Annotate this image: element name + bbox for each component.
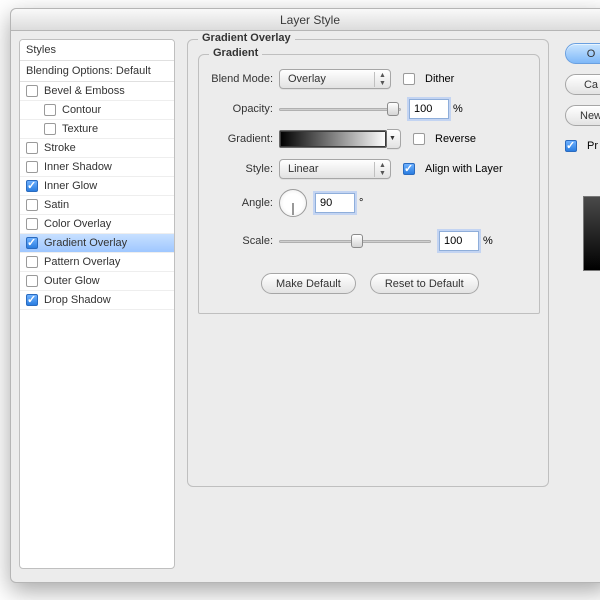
sidebar-item-checkbox[interactable] — [26, 218, 38, 230]
sidebar-item-texture[interactable]: Texture — [20, 120, 174, 139]
scale-label: Scale: — [203, 235, 279, 247]
angle-dial[interactable] — [279, 189, 307, 217]
sidebar-item-contour[interactable]: Contour — [20, 101, 174, 120]
sidebar-item-drop-shadow[interactable]: Drop Shadow — [20, 291, 174, 310]
sidebar-item-checkbox[interactable] — [26, 161, 38, 173]
sidebar-item-pattern-overlay[interactable]: Pattern Overlay — [20, 253, 174, 272]
reset-to-default-button[interactable]: Reset to Default — [370, 273, 479, 294]
sidebar-item-label: Pattern Overlay — [44, 256, 120, 268]
sidebar-header-styles[interactable]: Styles — [20, 40, 174, 61]
degree-label: ° — [359, 197, 363, 209]
gradient-swatch[interactable] — [279, 130, 387, 148]
group-title: Gradient Overlay — [198, 32, 295, 44]
sidebar-item-outer-glow[interactable]: Outer Glow — [20, 272, 174, 291]
make-default-button[interactable]: Make Default — [261, 273, 356, 294]
sidebar-item-label: Outer Glow — [44, 275, 100, 287]
chevron-updown-icon: ▲▼ — [374, 72, 386, 87]
cancel-button[interactable]: Ca — [565, 74, 600, 95]
opacity-input[interactable] — [409, 99, 449, 119]
chevron-updown-icon: ▲▼ — [374, 162, 386, 177]
window-content: Styles Blending Options: Default Bevel &… — [11, 31, 600, 582]
sidebar-item-checkbox[interactable] — [26, 180, 38, 192]
preview-checkbox[interactable]: Pr — [565, 140, 600, 152]
sidebar-item-satin[interactable]: Satin — [20, 196, 174, 215]
sidebar-item-gradient-overlay[interactable]: Gradient Overlay — [20, 234, 174, 253]
sidebar-item-bevel-emboss[interactable]: Bevel & Emboss — [20, 82, 174, 101]
sidebar-item-inner-shadow[interactable]: Inner Shadow — [20, 158, 174, 177]
align-with-layer-checkbox[interactable]: Align with Layer — [403, 163, 503, 175]
sidebar-item-checkbox[interactable] — [26, 85, 38, 97]
sidebar-item-color-overlay[interactable]: Color Overlay — [20, 215, 174, 234]
blend-mode-dropdown[interactable]: Overlay ▲▼ — [279, 69, 391, 89]
scale-slider[interactable] — [279, 234, 431, 248]
chevron-down-icon: ▼ — [389, 136, 396, 142]
opacity-slider[interactable] — [279, 102, 401, 116]
sidebar-item-label: Color Overlay — [44, 218, 111, 230]
sidebar-item-label: Drop Shadow — [44, 294, 111, 306]
gradient-overlay-group: Gradient Overlay Gradient Blend Mode: Ov… — [187, 39, 549, 487]
sidebar-item-label: Bevel & Emboss — [44, 85, 125, 97]
sidebar-item-checkbox[interactable] — [44, 123, 56, 135]
sidebar-item-checkbox[interactable] — [26, 275, 38, 287]
inner-group-title: Gradient — [209, 47, 262, 59]
style-value: Linear — [288, 163, 319, 175]
sidebar-item-checkbox[interactable] — [26, 256, 38, 268]
sidebar-item-checkbox[interactable] — [44, 104, 56, 116]
gradient-label: Gradient: — [203, 133, 279, 145]
sidebar-item-label: Inner Glow — [44, 180, 97, 192]
sidebar-item-inner-glow[interactable]: Inner Glow — [20, 177, 174, 196]
sidebar-header-blending[interactable]: Blending Options: Default — [20, 61, 174, 82]
window-title: Layer Style — [11, 9, 600, 31]
sidebar-item-label: Contour — [62, 104, 101, 116]
angle-input[interactable] — [315, 193, 355, 213]
preview-swatch — [583, 196, 600, 271]
percent-label: % — [483, 235, 493, 247]
sidebar-item-label: Satin — [44, 199, 69, 211]
sidebar-item-label: Texture — [62, 123, 98, 135]
sidebar-item-checkbox[interactable] — [26, 199, 38, 211]
sidebar-item-label: Stroke — [44, 142, 76, 154]
ok-button[interactable]: O — [565, 43, 600, 64]
sidebar-item-label: Inner Shadow — [44, 161, 112, 173]
sidebar-item-checkbox[interactable] — [26, 142, 38, 154]
layer-style-window: Layer Style Styles Blending Options: Def… — [10, 8, 600, 583]
new-style-button[interactable]: New — [565, 105, 600, 126]
percent-label: % — [453, 103, 463, 115]
sidebar-item-stroke[interactable]: Stroke — [20, 139, 174, 158]
opacity-label: Opacity: — [203, 103, 279, 115]
blend-mode-label: Blend Mode: — [203, 73, 279, 85]
gradient-group: Gradient Blend Mode: Overlay ▲▼ Dither — [198, 54, 540, 314]
style-label: Style: — [203, 163, 279, 175]
angle-label: Angle: — [203, 197, 279, 209]
sidebar-item-label: Gradient Overlay — [44, 237, 127, 249]
gradient-dropdown[interactable]: ▼ — [387, 129, 401, 149]
style-dropdown[interactable]: Linear ▲▼ — [279, 159, 391, 179]
sidebar-item-checkbox[interactable] — [26, 294, 38, 306]
blend-mode-value: Overlay — [288, 73, 326, 85]
styles-sidebar: Styles Blending Options: Default Bevel &… — [19, 39, 175, 569]
reverse-checkbox[interactable]: Reverse — [413, 133, 476, 145]
sidebar-item-checkbox[interactable] — [26, 237, 38, 249]
dither-checkbox[interactable]: Dither — [403, 73, 454, 85]
scale-input[interactable] — [439, 231, 479, 251]
